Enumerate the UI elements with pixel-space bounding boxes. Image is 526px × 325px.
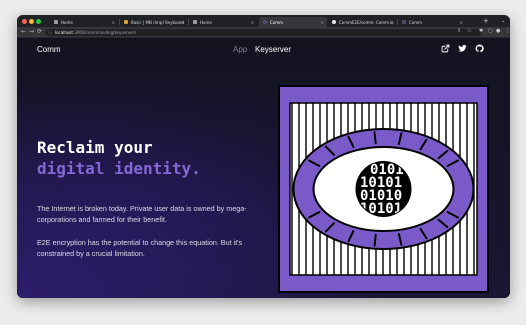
favicon-icon xyxy=(54,20,58,24)
close-tab-icon[interactable]: × xyxy=(251,20,254,25)
favicon-icon xyxy=(263,20,267,24)
tab-search-button[interactable]: ⌄ xyxy=(501,18,505,24)
browser-menu-icon[interactable]: ⋮ xyxy=(505,28,510,34)
maximize-window-icon[interactable] xyxy=(36,18,41,24)
eyelash xyxy=(373,233,377,247)
browser-toolbar: ← → ⟳ ⓘ localhost:3000/commlanding/keyse… xyxy=(17,27,510,38)
github-favicon-icon xyxy=(332,20,336,24)
tab-title: CommE2E/comm: Comm is xyxy=(339,19,394,25)
nav-link-app[interactable]: App xyxy=(233,45,247,54)
browser-tab[interactable]: CommE2E/comm: Comm is × xyxy=(328,17,396,27)
back-button[interactable]: ← xyxy=(21,28,26,35)
browser-tab-active[interactable]: Comm × xyxy=(259,17,327,27)
url-host: localhost xyxy=(55,29,73,35)
share-icon[interactable]: ⇪ xyxy=(457,28,461,34)
tab-title: Basic | MN (Imp) Keyboard xyxy=(131,19,185,25)
external-link-icon[interactable] xyxy=(441,44,450,53)
favicon-icon xyxy=(124,20,128,24)
new-tab-button[interactable]: + xyxy=(483,17,489,25)
minimize-window-icon[interactable] xyxy=(29,18,34,24)
browser-tab[interactable]: Home × xyxy=(50,17,118,27)
site-info-icon[interactable]: ⓘ xyxy=(48,29,52,36)
hero-headline: Reclaim your digital identity. xyxy=(37,137,201,179)
headline-line-2: digital identity. xyxy=(37,159,201,178)
profile-avatar-icon[interactable]: ● xyxy=(496,28,500,34)
extensions-icon[interactable]: ✱ xyxy=(479,28,483,34)
tab-title: Comm xyxy=(270,19,284,25)
address-bar[interactable]: ⓘ localhost:3000/commlanding/keyservers xyxy=(45,28,481,36)
browser-tab[interactable]: Home × xyxy=(189,17,257,27)
github-icon[interactable] xyxy=(475,44,484,53)
favicon-icon xyxy=(402,20,406,24)
headline-line-1: Reclaim your xyxy=(37,138,153,157)
twitter-icon[interactable] xyxy=(458,44,467,53)
tab-title: Home xyxy=(61,19,73,25)
forward-button[interactable]: → xyxy=(29,28,34,35)
favicon-icon xyxy=(193,20,197,24)
sidebar-icon[interactable]: ▢ xyxy=(488,28,493,34)
page-viewport: Comm App Keyserver Reclaim your digital … xyxy=(17,38,510,298)
browser-tab[interactable]: Comm × xyxy=(398,17,466,27)
encryption-paragraph: E2E encryption has the potential to chan… xyxy=(37,238,243,258)
browser-window: Home × Basic | MN (Imp) Keyboard × Home … xyxy=(17,15,510,298)
intro-paragraph: The Internet is broken today. Private us… xyxy=(37,204,247,224)
close-tab-icon[interactable]: × xyxy=(321,20,324,25)
comm-logo[interactable]: Comm xyxy=(37,45,61,54)
tab-title: Comm xyxy=(409,19,423,25)
nav-link-keyserver[interactable]: Keyserver xyxy=(255,45,291,54)
url-path: :3000/commlanding/keyservers xyxy=(72,29,137,35)
close-tab-icon[interactable]: × xyxy=(390,20,393,25)
close-tab-icon[interactable]: × xyxy=(112,20,115,25)
eye-illustration: 0101 10101 01010 10101 xyxy=(278,85,489,293)
close-window-icon[interactable] xyxy=(22,18,27,24)
close-tab-icon[interactable]: × xyxy=(460,20,463,25)
reload-button[interactable]: ⟳ xyxy=(37,28,42,35)
tab-strip: Home × Basic | MN (Imp) Keyboard × Home … xyxy=(17,15,510,27)
browser-tab[interactable]: Basic | MN (Imp) Keyboard × xyxy=(120,17,187,27)
tab-title: Home xyxy=(200,19,212,25)
bookmark-star-icon[interactable]: ☆ xyxy=(467,28,471,34)
eyelash xyxy=(373,131,377,145)
close-tab-icon[interactable]: × xyxy=(181,20,184,25)
